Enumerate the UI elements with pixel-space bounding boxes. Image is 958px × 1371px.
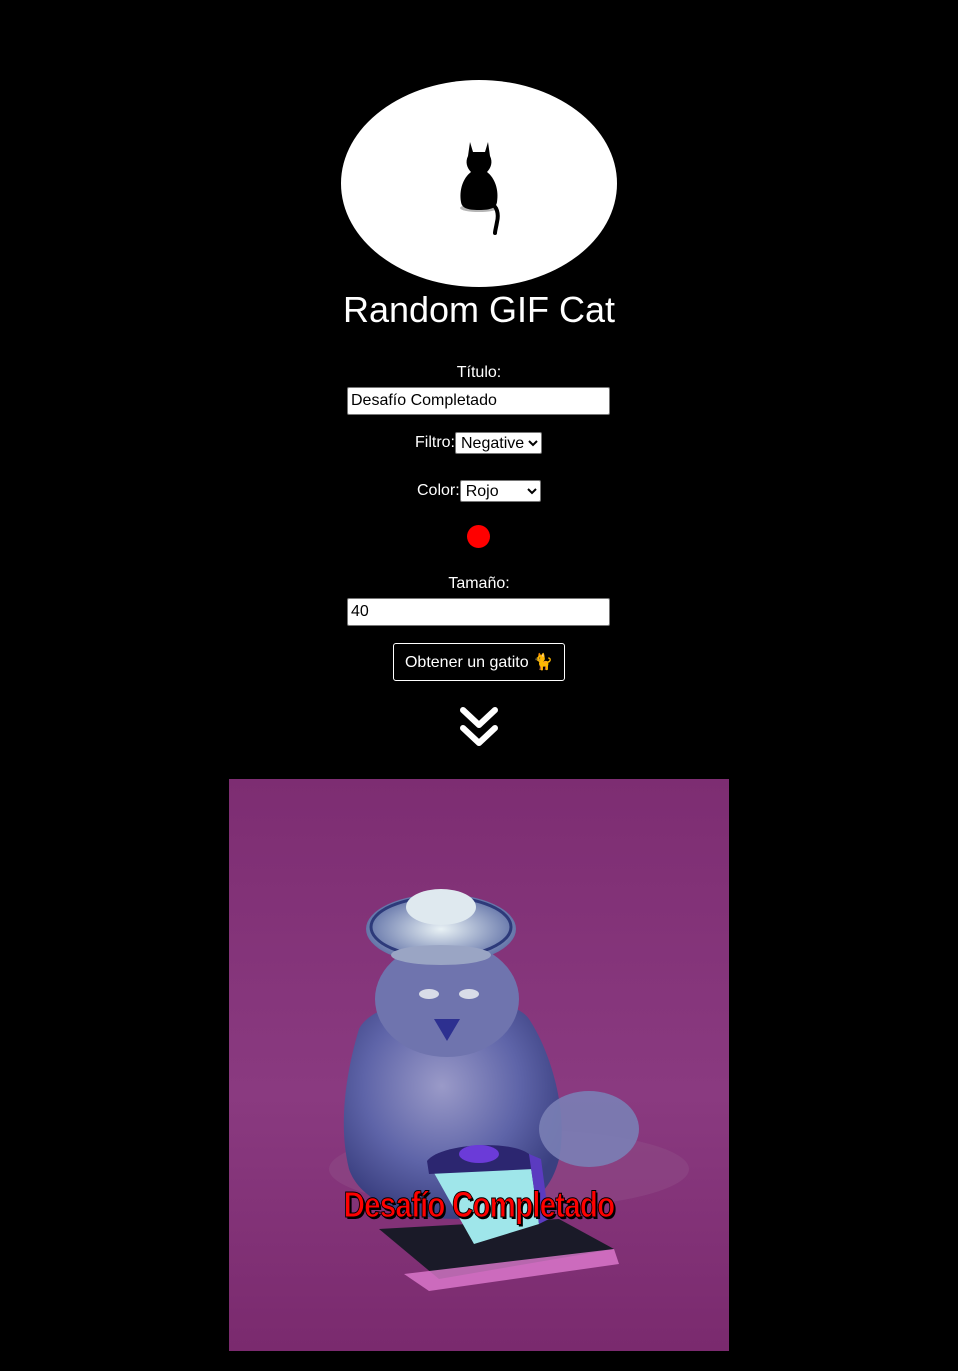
logo (341, 80, 617, 287)
size-label: Tamaño: (448, 575, 510, 592)
cat-silhouette-icon (460, 142, 500, 235)
cat-gif-image (229, 779, 729, 1351)
size-input[interactable] (347, 598, 610, 626)
title-label: Título: (456, 364, 502, 381)
get-cat-button-label: Obtener un gatito 🐈 (404, 654, 553, 671)
page: Random GIF Cat Título: Filtro: Negative … (0, 0, 958, 1371)
color-label: Color: (417, 482, 460, 499)
gif-caption: Desafío Completado (343, 1184, 615, 1226)
filter-select[interactable]: Negative (455, 432, 542, 454)
get-cat-button[interactable]: Obtener un gatito 🐈 (393, 643, 565, 681)
filter-row: Filtro: Negative (415, 432, 542, 454)
filter-label: Filtro: (415, 434, 455, 451)
cat-gif: Desafío Completado (229, 779, 729, 1351)
color-preview-dot (467, 525, 490, 548)
color-select[interactable]: Rojo (459, 480, 541, 502)
page-title: Random GIF Cat (342, 289, 616, 330)
color-row: Color: Rojo (417, 480, 541, 502)
title-input[interactable] (347, 387, 610, 415)
double-chevron-down-icon[interactable] (458, 705, 500, 751)
